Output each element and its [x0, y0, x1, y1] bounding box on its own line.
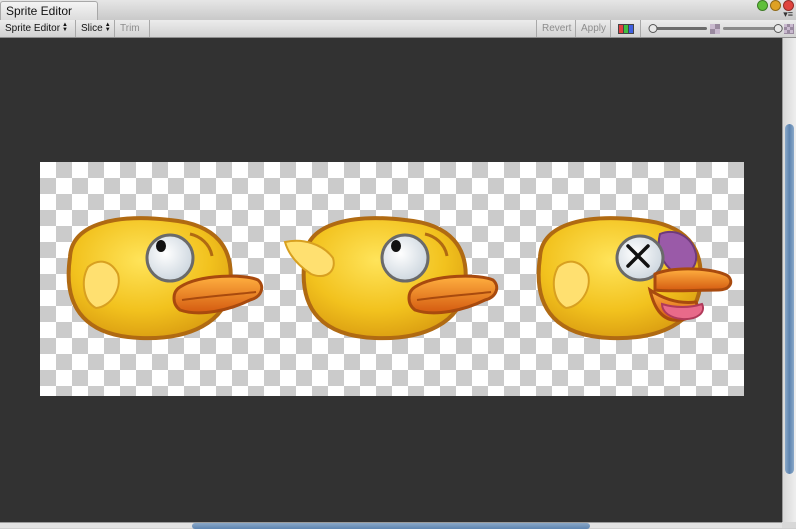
mip-level-low-icon — [710, 24, 720, 34]
bird-frame-3[interactable] — [510, 162, 745, 396]
mip-level-high-icon — [784, 24, 794, 34]
bird-beak — [407, 274, 499, 315]
revert-button-label: Revert — [542, 23, 572, 34]
apply-button[interactable]: Apply — [576, 20, 611, 37]
apply-button-label: Apply — [581, 23, 607, 34]
horizontal-scrollbar[interactable] — [0, 522, 782, 529]
mip-level-slider[interactable] — [721, 20, 783, 37]
editor-toolbar: Sprite Editor ▲ ▼ Slice ▲ ▼ Trim Revert Appl… — [0, 20, 796, 38]
zoom-slider[interactable] — [645, 20, 709, 37]
dropdown-arrows-icon: ▲ ▼ — [104, 22, 111, 34]
sprite-editor-dropdown[interactable]: Sprite Editor ▲ ▼ — [0, 20, 76, 37]
bird-eye — [145, 233, 195, 283]
sprite-sheet-texture[interactable] — [40, 162, 744, 396]
bird-frame-1[interactable] — [40, 162, 275, 396]
bird-pupil — [391, 240, 401, 252]
horizontal-scrollbar-thumb[interactable] — [192, 523, 590, 529]
rgb-channel-icon — [618, 24, 634, 34]
bird-frame-2[interactable] — [275, 162, 510, 396]
slice-dropdown-label: Slice — [81, 23, 103, 34]
slice-dropdown[interactable]: Slice ▲ ▼ — [76, 20, 115, 37]
trim-button-label: Trim — [120, 23, 140, 34]
vertical-scrollbar-thumb[interactable] — [785, 124, 794, 474]
bird-eye — [380, 233, 430, 283]
context-menu-icon[interactable]: ▾≡ — [783, 10, 793, 19]
bird-pupil — [156, 240, 166, 252]
revert-button[interactable]: Revert — [536, 20, 576, 37]
mip-level-slider-thumb — [773, 24, 783, 33]
zoom-window-button[interactable] — [757, 0, 768, 11]
scrollbar-corner — [782, 522, 796, 528]
zoom-slider-thumb — [648, 24, 658, 33]
dropdown-arrows-icon: ▲ ▼ — [62, 22, 68, 34]
tab-title: Sprite Editor — [6, 4, 73, 18]
title-bar: Sprite Editor ▾≡ — [0, 0, 796, 21]
trim-button[interactable]: Trim — [115, 20, 150, 37]
tab-sprite-editor[interactable]: Sprite Editor — [0, 1, 98, 20]
minimize-window-button[interactable] — [770, 0, 781, 11]
bird-beak-upper — [653, 267, 733, 293]
color-channel-toggle[interactable] — [611, 20, 641, 37]
vertical-scrollbar[interactable] — [782, 38, 796, 522]
sprite-editor-dropdown-label: Sprite Editor — [5, 23, 61, 34]
bird-beak — [172, 274, 264, 315]
